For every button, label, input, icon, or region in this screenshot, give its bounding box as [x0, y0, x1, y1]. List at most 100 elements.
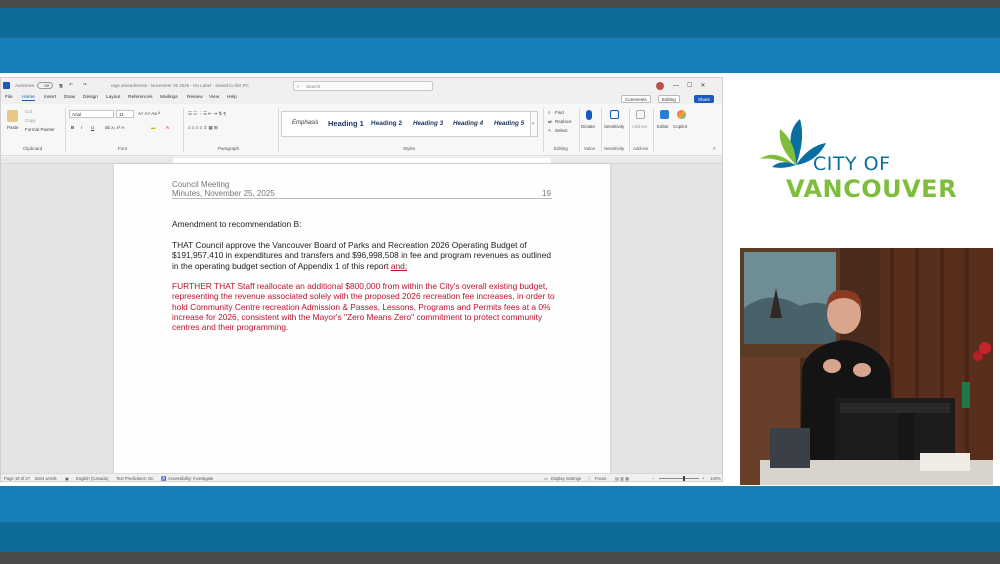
tab-draw[interactable]: Draw [64, 95, 75, 100]
addins-group-label: Add-ins [633, 146, 649, 151]
alignment-icons[interactable]: ≡ ≡ ≡ ≡ ⇕ ▦ ⊞ [188, 125, 218, 131]
document-canvas: Council Meeting Minutes, November 25, 20… [1, 164, 722, 473]
tab-insert[interactable]: Insert [44, 95, 56, 100]
display-settings-button[interactable]: Display Settings [551, 476, 581, 481]
search-input[interactable]: ⌕ Search [293, 81, 433, 91]
zoom-slider[interactable] [659, 478, 699, 479]
user-avatar[interactable] [656, 82, 664, 90]
font-format-icons[interactable]: ab x₂ x² A [105, 125, 124, 130]
accessibility-icon: ♿ [161, 476, 167, 481]
copy-button[interactable]: Copy [25, 118, 36, 123]
find-button[interactable]: Find [555, 110, 564, 115]
style-heading-2[interactable]: Heading 2 [371, 120, 402, 127]
font-size-controls[interactable]: A˄ A˅ Aa ᴬ [138, 111, 160, 116]
focus-icon: ⛶ [588, 476, 591, 481]
tab-review[interactable]: Review [187, 95, 203, 100]
select-button[interactable]: Select [555, 128, 568, 133]
editing-group-label: Editing [554, 146, 568, 151]
font-color-icon[interactable]: A [166, 125, 169, 130]
addins-icon[interactable] [636, 110, 645, 119]
editor-button[interactable]: Editor [657, 124, 669, 129]
tab-layout[interactable]: Layout [106, 95, 120, 100]
ribbon-separator [543, 108, 544, 152]
tab-mailings[interactable]: Mailings [160, 95, 178, 100]
page-header-line1: Council Meeting [172, 180, 230, 189]
tab-references[interactable]: References [128, 95, 153, 100]
styles-gallery[interactable]: Emphasis Heading 1 Heading 2 Heading 3 H… [281, 111, 537, 137]
word-count[interactable]: 5844 words [35, 476, 57, 481]
view-mode-icons[interactable]: ▤ ▥ ▦ [615, 476, 629, 481]
share-button[interactable]: Share [694, 95, 715, 103]
style-heading-3[interactable]: Heading 3 [413, 120, 443, 127]
ribbon-separator [183, 108, 184, 152]
editing-mode-button[interactable]: Editing [658, 95, 680, 103]
font-group-label: Font [118, 146, 128, 151]
copilot-icon[interactable] [677, 110, 686, 119]
logo-line2: VANCOUVER [786, 175, 958, 203]
select-icon: ↖ [548, 128, 552, 133]
tab-home[interactable]: Home [22, 95, 35, 101]
replace-button[interactable]: Replace [555, 119, 572, 124]
style-heading-4[interactable]: Heading 4 [453, 120, 483, 127]
page-count[interactable]: Page 19 of 27 [4, 476, 30, 481]
collapse-ribbon-icon[interactable]: ˄ [713, 146, 716, 151]
find-icon: ⌕ [548, 110, 551, 115]
document-page[interactable]: Council Meeting Minutes, November 25, 20… [114, 164, 610, 473]
format-painter-button[interactable]: Format Painter [25, 127, 55, 132]
replace-icon: ⇄ [548, 119, 552, 124]
tab-design[interactable]: Design [83, 95, 98, 100]
comments-button[interactable]: Comments [621, 95, 651, 103]
cut-button[interactable]: Cut [25, 109, 32, 114]
paste-icon[interactable] [7, 110, 18, 122]
style-emphasis[interactable]: Emphasis [292, 120, 318, 126]
tab-file[interactable]: File [5, 95, 13, 100]
style-heading-1[interactable]: Heading 1 [328, 119, 364, 128]
broadcast-stage: AutoSave Off 🖫 ↶ ↷ regs amendments - Nov… [0, 73, 1000, 486]
redo-icon[interactable]: ↷ [83, 82, 87, 88]
text-predictions-status[interactable]: Text Predictions: On [116, 476, 153, 481]
editor-icon[interactable] [660, 110, 669, 119]
styles-scroll[interactable]: ˅ [530, 111, 538, 137]
zoom-level[interactable]: 140% [710, 476, 721, 481]
autosave-state: Off [44, 83, 50, 88]
underline-icon[interactable]: U [91, 125, 94, 130]
save-icon[interactable]: 🖫 [59, 82, 63, 90]
bold-icon[interactable]: B [71, 125, 74, 130]
tab-help[interactable]: Help [227, 95, 237, 100]
microphone-icon[interactable] [586, 110, 592, 120]
proofing-icon[interactable]: ▣ [65, 476, 69, 481]
word-logo-icon [3, 82, 10, 89]
zoom-out-icon[interactable]: − [652, 476, 654, 481]
undo-icon[interactable]: ↶ [69, 82, 73, 88]
sign-language-interpreter-video [740, 248, 993, 485]
list-icons[interactable]: ☰ ☷ ⋮☰ ⇤ ⇥ ⇅ ¶ [188, 111, 226, 117]
autosave-toggle[interactable]: Off [37, 82, 53, 89]
window-controls[interactable]: —☐✕ [673, 82, 713, 89]
broadcast-top-band [0, 8, 1000, 38]
font-size-box[interactable]: 11 [116, 110, 134, 118]
sensitivity-icon[interactable] [610, 110, 619, 119]
dictate-button[interactable]: Dictate [581, 124, 595, 129]
highlight-icon[interactable]: ▬ [151, 125, 156, 130]
amendment-paragraph: FURTHER THAT Staff reallocate an additio… [172, 281, 555, 333]
paragraph-group-label: Paragraph [218, 146, 240, 151]
ribbon-tabs: File Home Insert Draw Design Layout Refe… [1, 93, 722, 104]
ribbon-separator [629, 108, 630, 152]
focus-button[interactable]: Focus [595, 476, 606, 481]
zoom-slider-knob[interactable] [683, 476, 685, 481]
style-heading-5[interactable]: Heading 5 [494, 120, 524, 127]
addins-button[interactable]: Add-ins [632, 124, 647, 129]
language-status[interactable]: English (Canada) [76, 476, 108, 481]
copilot-button[interactable]: Copilot [673, 124, 687, 129]
tab-view[interactable]: View [209, 95, 219, 100]
broadcast-top-edge [0, 0, 1000, 8]
sensitivity-button[interactable]: Sensitivity [604, 124, 624, 129]
zoom-in-icon[interactable]: + [702, 476, 704, 481]
recommendation-text: THAT Council approve the Vancouver Board… [172, 240, 552, 271]
accessibility-status[interactable]: Accessibility: Investigate [168, 476, 213, 481]
recommendation-paragraph: THAT Council approve the Vancouver Board… [172, 240, 556, 271]
paste-label[interactable]: Paste [7, 125, 19, 130]
italic-icon[interactable]: I [81, 125, 82, 130]
ruler-page-zone [173, 158, 551, 163]
font-name-box[interactable]: Arial [69, 110, 114, 118]
